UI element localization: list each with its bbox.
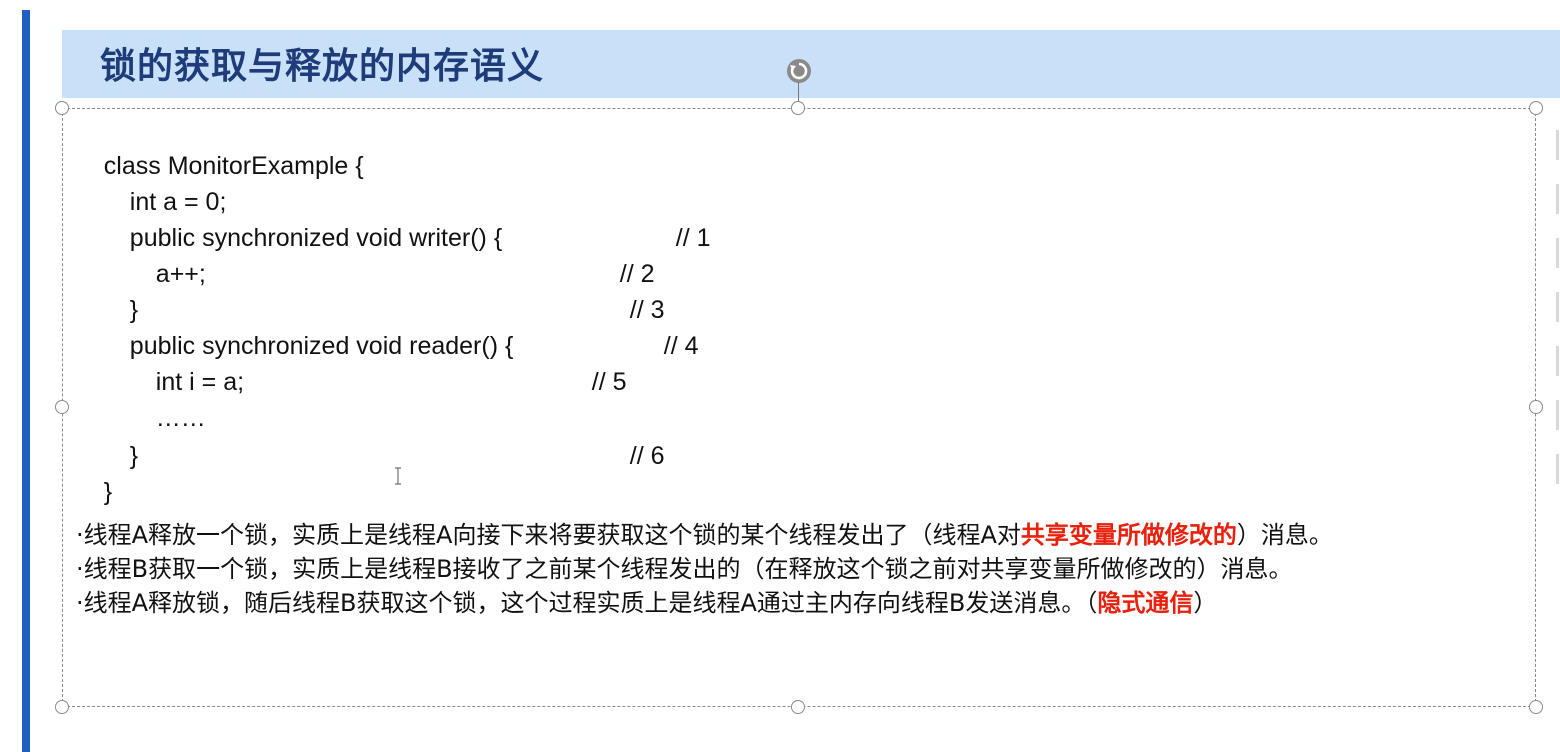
explanation-paragraph: ·线程A释放锁，随后线程B获取这个锁，这个过程实质上是线程A通过主内存向线程B发… xyxy=(76,589,1218,617)
code-comment: // 2 xyxy=(619,260,655,288)
code-line: } xyxy=(102,262,138,324)
highlighted-text: 隐式通信 xyxy=(1097,589,1194,617)
code-comment: // 6 xyxy=(629,442,665,470)
code-line: } xyxy=(102,408,138,470)
text-cursor-icon xyxy=(395,467,401,485)
rotate-handle-icon[interactable] xyxy=(786,58,812,84)
code-text: } xyxy=(129,442,139,470)
code-line: public synchronized void writer() { xyxy=(102,190,502,252)
explanation-paragraph: ·线程A释放一个锁，实质上是线程A向接下来将要获取这个锁的某个线程发出了（线程A… xyxy=(76,521,1333,549)
code-line: int a = 0; xyxy=(102,154,227,216)
resize-handle-bottom-right[interactable] xyxy=(1529,700,1543,714)
code-text: } xyxy=(103,478,113,506)
code-comment: // 1 xyxy=(675,224,711,252)
resize-handle-top-right[interactable] xyxy=(1529,101,1543,115)
code-text: …… xyxy=(155,404,206,432)
code-comment: // 5 xyxy=(591,368,627,396)
explanation-paragraphs: ·线程A释放一个锁，实质上是线程A向接下来将要获取这个锁的某个线程发出了（线程A… xyxy=(76,518,1516,620)
slide-left-accent-bar xyxy=(22,10,30,752)
code-line: public synchronized void reader() { xyxy=(102,298,514,360)
code-comment: // 4 xyxy=(663,332,699,360)
resize-handle-bottom-left[interactable] xyxy=(55,700,69,714)
code-line: int i = a; xyxy=(128,334,244,396)
explanation-paragraph: ·线程B获取一个锁，实质上是线程B接收了之前某个线程发出的（在释放这个锁之前对共… xyxy=(76,555,1293,583)
code-line: } xyxy=(76,444,112,506)
code-text: a++; xyxy=(155,260,206,288)
resize-handle-top-left[interactable] xyxy=(55,101,69,115)
slide-title: 锁的获取与释放的内存语义 xyxy=(100,46,545,87)
code-line: …… xyxy=(128,370,206,432)
resize-handle-middle-left[interactable] xyxy=(55,400,69,414)
resize-handle-bottom-center[interactable] xyxy=(791,700,805,714)
resize-handle-middle-right[interactable] xyxy=(1529,400,1543,414)
resize-handle-top-center[interactable] xyxy=(791,101,805,115)
rotate-handle-stem xyxy=(798,82,799,102)
code-line: a++; xyxy=(128,226,206,288)
right-edge-markers xyxy=(1556,130,1560,490)
highlighted-text: 共享变量所做修改的 xyxy=(1020,521,1237,549)
code-comment: // 3 xyxy=(629,296,665,324)
code-line: class MonitorExample { xyxy=(76,118,364,180)
